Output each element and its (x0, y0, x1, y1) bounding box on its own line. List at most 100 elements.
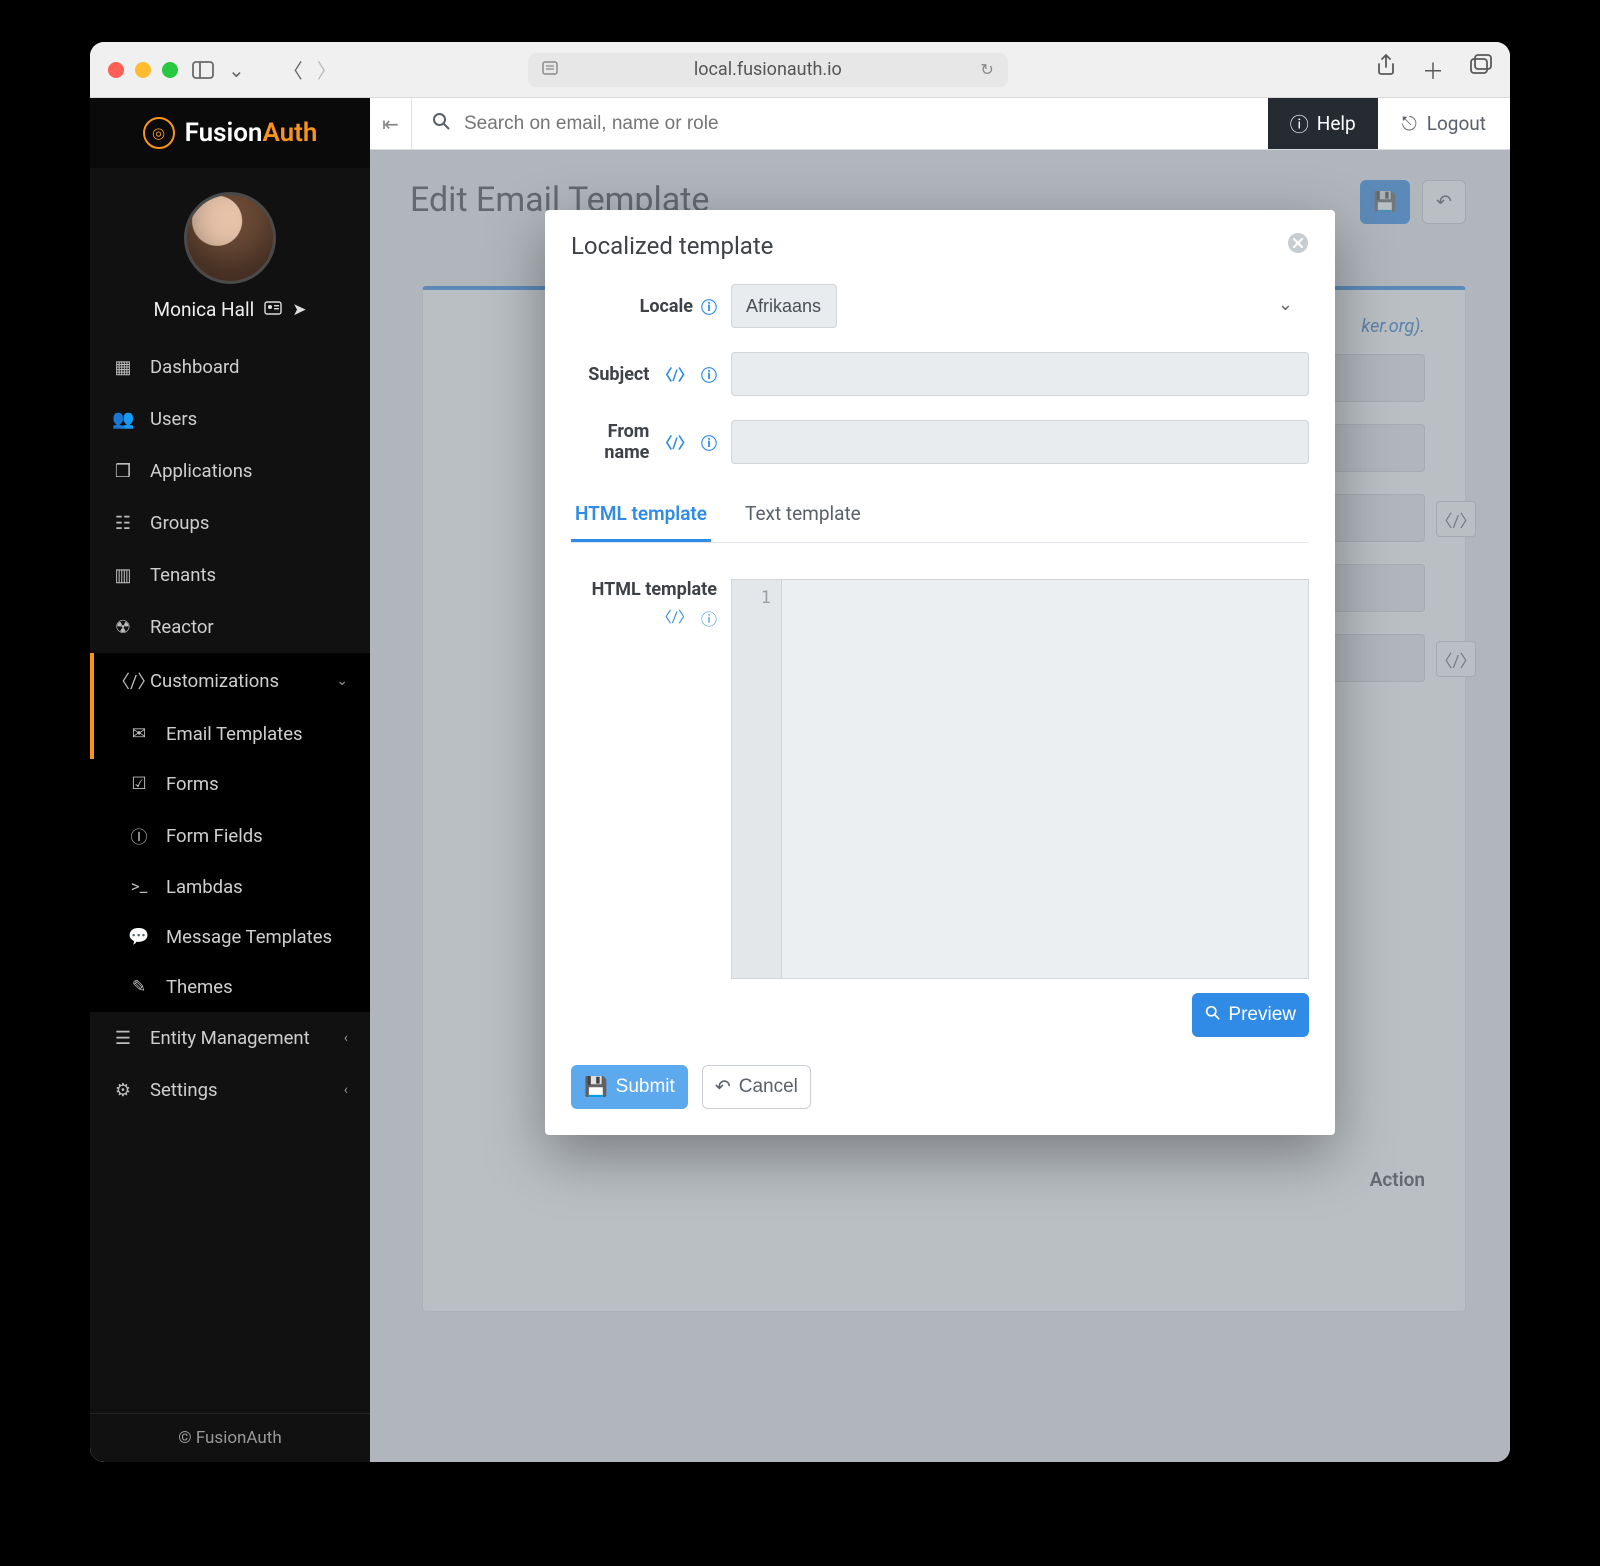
envelope-icon: ✉ (128, 724, 150, 744)
customizations-subnav: ✉Email Templates ☑Forms ⒾForm Fields >_L… (90, 709, 370, 1012)
tab-overview-icon[interactable] (1470, 54, 1492, 86)
sidebar-item-tenants[interactable]: ▥Tenants (90, 549, 370, 601)
brand-logo[interactable]: FusionAuth (90, 98, 370, 168)
code-icon[interactable]: 〈/〉 (657, 432, 693, 453)
browser-window: ⌄ 〈 〉 local.fusionauth.io ↻ ＋ (90, 42, 1510, 1462)
sidebar-item-users[interactable]: 👥Users (90, 393, 370, 445)
sidebar-nav: ▦Dashboard 👥Users ❒Applications ☷Groups … (90, 341, 370, 1413)
sidebar-item-lambdas[interactable]: >_Lambdas (90, 862, 370, 912)
sidebar-item-email-templates[interactable]: ✉Email Templates (90, 709, 370, 759)
preview-row: Preview (571, 993, 1309, 1037)
cube-icon: ❒ (112, 461, 134, 482)
browser-titlebar: ⌄ 〈 〉 local.fusionauth.io ↻ ＋ (90, 42, 1510, 98)
sidebar-item-entity-management[interactable]: ☰Entity Management‹ (90, 1012, 370, 1064)
brush-icon: ✎ (128, 977, 150, 997)
reader-icon (542, 60, 558, 79)
groups-icon: ☷ (112, 513, 134, 534)
submit-button[interactable]: 💾 Submit (571, 1065, 688, 1109)
vcard-icon[interactable] (264, 300, 282, 320)
help-icon: ⓘ (1290, 110, 1309, 137)
tab-dropdown-icon[interactable]: ⌄ (228, 58, 245, 82)
profile-name: Monica Hall ➤ (154, 298, 307, 321)
search-input[interactable] (464, 113, 1248, 135)
search-icon (432, 112, 450, 135)
search-icon (1205, 1004, 1220, 1026)
editor-body[interactable] (782, 580, 1308, 978)
html-template-row: HTML template 〈/〉 ⓘ 1 (571, 579, 1309, 979)
code-icon[interactable]: 〈/〉 (657, 364, 693, 385)
text-cursor-icon: Ⓘ (128, 823, 150, 848)
chevron-left-icon: ‹ (344, 1030, 348, 1046)
window-zoom-button[interactable] (162, 62, 178, 78)
tab-text-template[interactable]: Text template (741, 488, 865, 542)
users-icon: 👥 (112, 409, 134, 430)
from-name-row: From name 〈/〉 ⓘ (571, 420, 1309, 464)
nav-forward-button[interactable]: 〉 (317, 55, 337, 84)
html-template-label: HTML template 〈/〉 ⓘ (571, 579, 731, 979)
nav-back-button[interactable]: 〈 (283, 55, 303, 84)
code-icon[interactable]: 〈/〉 (657, 606, 693, 630)
terminal-icon: >_ (128, 877, 150, 897)
sidebar-item-groups[interactable]: ☷Groups (90, 497, 370, 549)
sidebar-copyright: © FusionAuth (90, 1413, 370, 1462)
logout-button[interactable]: ⎋ Logout (1378, 98, 1510, 149)
localized-template-modal: Localized template Locale ⓘ (545, 210, 1335, 1135)
window-close-button[interactable] (108, 62, 124, 78)
preview-button[interactable]: Preview (1192, 993, 1309, 1037)
from-name-input[interactable] (731, 420, 1309, 464)
subject-row: Subject 〈/〉 ⓘ (571, 352, 1309, 396)
sidebar-item-dashboard[interactable]: ▦Dashboard (90, 341, 370, 393)
modal-body: Locale ⓘ Afrikaans Subject (545, 266, 1335, 1047)
tab-html-template[interactable]: HTML template (571, 488, 711, 542)
sidebar-toggle-icon[interactable] (192, 61, 214, 79)
modal-title: Localized template (571, 232, 773, 260)
building-icon: ▥ (112, 565, 134, 586)
url-bar[interactable]: local.fusionauth.io ↻ (528, 53, 1008, 87)
help-button[interactable]: ⓘ Help (1268, 98, 1378, 149)
clipboard-icon: ☑ (128, 774, 150, 794)
avatar[interactable] (184, 192, 276, 284)
cancel-button[interactable]: ↶ Cancel (702, 1065, 811, 1109)
brand-mark-icon (143, 117, 175, 149)
logout-icon: ⎋ (1402, 112, 1417, 135)
sidebar-item-settings[interactable]: ⚙Settings‹ (90, 1064, 370, 1116)
sidebar: FusionAuth Monica Hall ➤ ▦Dashboard 👥Use… (90, 98, 370, 1462)
subject-label: Subject 〈/〉 ⓘ (571, 362, 731, 386)
modal-footer: 💾 Submit ↶ Cancel (545, 1047, 1335, 1135)
topbar-search[interactable] (412, 112, 1268, 135)
sidebar-item-themes[interactable]: ✎Themes (90, 962, 370, 1012)
sidebar-item-message-templates[interactable]: 💬Message Templates (90, 912, 370, 962)
locale-label: Locale ⓘ (571, 294, 731, 318)
info-icon[interactable]: ⓘ (701, 362, 717, 386)
entity-icon: ☰ (112, 1028, 134, 1049)
code-icon: 〈/〉 (112, 668, 134, 694)
traffic-lights (108, 62, 178, 78)
collapse-sidebar-button[interactable]: ⇤ (370, 98, 412, 149)
save-icon: 💾 (584, 1075, 608, 1099)
share-icon[interactable] (1376, 54, 1396, 86)
modal-close-button[interactable] (1287, 232, 1309, 260)
url-text: local.fusionauth.io (694, 59, 842, 80)
dashboard-icon: ▦ (112, 357, 134, 378)
info-icon[interactable]: ⓘ (701, 430, 717, 454)
sidebar-item-reactor[interactable]: ☢Reactor (90, 601, 370, 653)
from-name-label: From name 〈/〉 ⓘ (571, 421, 731, 463)
sidebar-item-customizations[interactable]: 〈/〉 Customizations ⌄ (90, 653, 370, 709)
template-tabs: HTML template Text template (571, 488, 1309, 543)
subject-input[interactable] (731, 352, 1309, 396)
reload-icon[interactable]: ↻ (980, 60, 993, 79)
info-icon[interactable]: ⓘ (701, 294, 717, 318)
html-template-editor[interactable]: 1 (731, 579, 1309, 979)
new-tab-icon[interactable]: ＋ (1422, 54, 1444, 86)
sidebar-item-applications[interactable]: ❒Applications (90, 445, 370, 497)
main-area: ⇤ ⓘ Help ⎋ Logout Edit Email Template (370, 98, 1510, 1462)
info-icon[interactable]: ⓘ (701, 606, 717, 630)
location-icon[interactable]: ➤ (292, 300, 306, 320)
window-minimize-button[interactable] (135, 62, 151, 78)
chevron-left-icon: ‹ (344, 1082, 348, 1098)
sliders-icon: ⚙ (112, 1080, 134, 1101)
sidebar-item-form-fields[interactable]: ⒾForm Fields (90, 809, 370, 862)
sidebar-item-forms[interactable]: ☑Forms (90, 759, 370, 809)
editor-gutter: 1 (732, 580, 782, 978)
locale-select[interactable]: Afrikaans (731, 284, 837, 328)
